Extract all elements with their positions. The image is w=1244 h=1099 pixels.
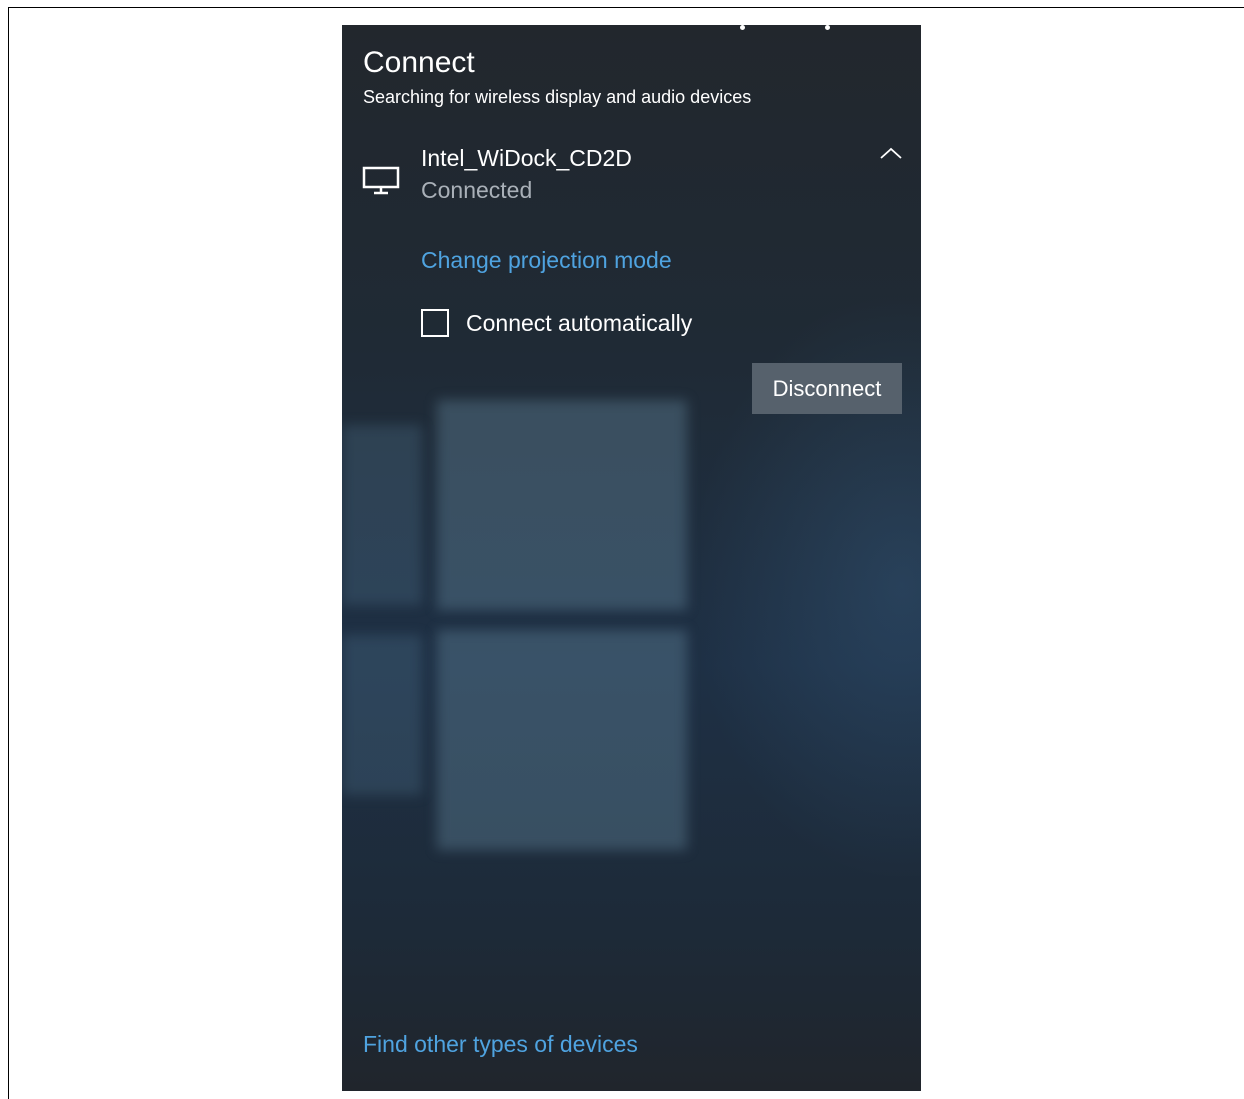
change-projection-mode-link[interactable]: Change projection mode [421, 247, 672, 274]
wallpaper-shape [437, 400, 687, 610]
connect-automatically-label[interactable]: Connect automatically [466, 310, 692, 337]
device-name[interactable]: Intel_WiDock_CD2D [421, 145, 632, 172]
connect-automatically-checkbox[interactable] [421, 309, 449, 337]
frame-top-border [8, 7, 1244, 8]
monitor-icon [362, 165, 400, 197]
find-other-devices-link[interactable]: Find other types of devices [363, 1031, 638, 1058]
disconnect-button[interactable]: Disconnect [752, 363, 902, 414]
panel-subtitle: Searching for wireless display and audio… [363, 87, 752, 107]
wallpaper-shape [342, 635, 422, 795]
indicator-dot [825, 25, 830, 30]
frame-left-border [8, 7, 9, 1099]
wallpaper-shape [342, 425, 422, 605]
chevron-up-icon[interactable] [878, 143, 904, 163]
panel-title: Connect [363, 46, 475, 79]
wallpaper-shape [437, 630, 687, 850]
device-status: Connected [421, 177, 533, 203]
connect-panel: Connect Searching for wireless display a… [342, 25, 921, 1091]
indicator-dot [740, 25, 745, 30]
